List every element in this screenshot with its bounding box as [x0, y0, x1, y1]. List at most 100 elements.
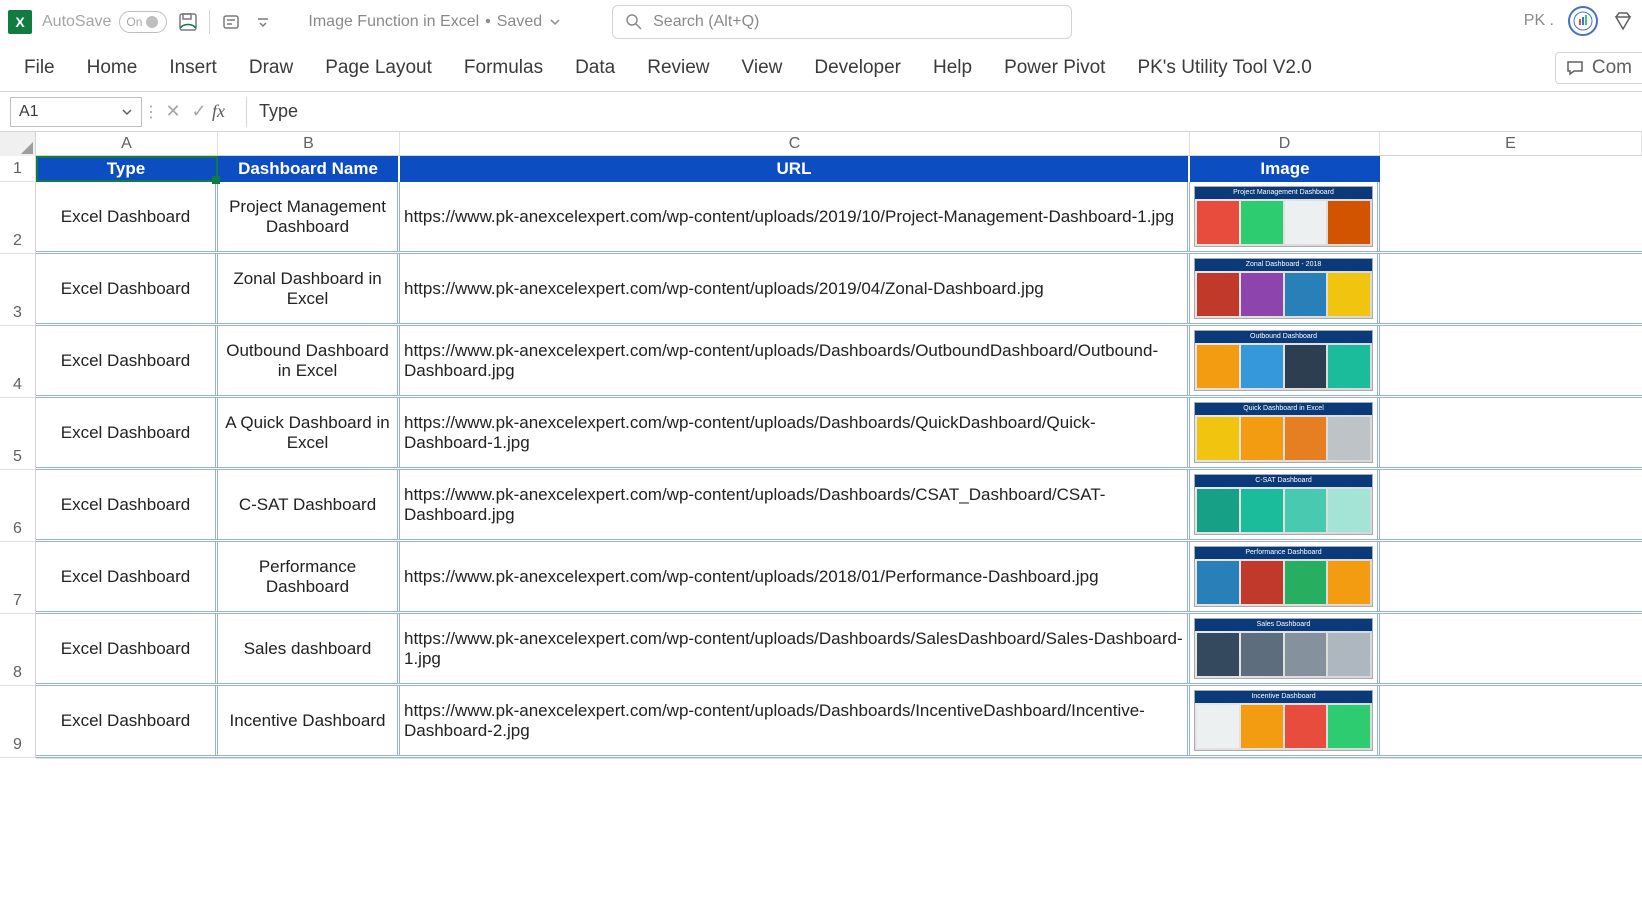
- search-input[interactable]: Search (Alt+Q): [612, 5, 1072, 39]
- cell-type[interactable]: Excel Dashboard: [36, 686, 218, 755]
- col-header-d[interactable]: D: [1190, 132, 1380, 155]
- cell-url[interactable]: https://www.pk-anexcelexpert.com/wp-cont…: [400, 326, 1190, 395]
- table-row: Excel DashboardA Quick Dashboard in Exce…: [36, 398, 1642, 470]
- row-header-2[interactable]: 2: [0, 182, 36, 254]
- dashboard-thumbnail: Zonal Dashboard - 2018: [1194, 258, 1373, 319]
- tab-review[interactable]: Review: [647, 57, 709, 79]
- ribbon-tabs: File Home Insert Draw Page Layout Formul…: [0, 44, 1642, 92]
- cell-image[interactable]: Incentive Dashboard: [1190, 686, 1380, 755]
- cell-dashboard-name[interactable]: Performance Dashboard: [218, 542, 400, 611]
- tab-file[interactable]: File: [24, 57, 55, 79]
- chevron-down-icon: [548, 15, 562, 29]
- cell-dashboard-name[interactable]: Sales dashboard: [218, 614, 400, 683]
- qat-icon-1[interactable]: [220, 11, 242, 33]
- dashboard-thumbnail: Sales Dashboard: [1194, 618, 1373, 679]
- tab-page-layout[interactable]: Page Layout: [325, 57, 432, 79]
- row-header-6[interactable]: 6: [0, 470, 36, 542]
- cell-dashboard-name[interactable]: Incentive Dashboard: [218, 686, 400, 755]
- cell-url[interactable]: https://www.pk-anexcelexpert.com/wp-cont…: [400, 542, 1190, 611]
- tab-draw[interactable]: Draw: [249, 57, 293, 79]
- cell-url[interactable]: https://www.pk-anexcelexpert.com/wp-cont…: [400, 614, 1190, 683]
- cell-dashboard-name[interactable]: A Quick Dashboard in Excel: [218, 398, 400, 467]
- cell-type[interactable]: Excel Dashboard: [36, 326, 218, 395]
- dashboard-thumbnail: Performance Dashboard: [1194, 546, 1373, 607]
- row-header-1[interactable]: 1: [0, 156, 36, 182]
- col-header-e[interactable]: E: [1380, 132, 1642, 155]
- cell-type[interactable]: Excel Dashboard: [36, 614, 218, 683]
- row-header-4[interactable]: 4: [0, 326, 36, 398]
- cell-type[interactable]: Excel Dashboard: [36, 470, 218, 539]
- cell-url[interactable]: https://www.pk-anexcelexpert.com/wp-cont…: [400, 254, 1190, 323]
- empty-rows[interactable]: [36, 758, 1642, 918]
- dashboard-thumbnail: Project Management Dashboard: [1194, 186, 1373, 247]
- cell-image[interactable]: C-SAT Dashboard: [1190, 470, 1380, 539]
- tab-pk-utility[interactable]: PK's Utility Tool V2.0: [1137, 57, 1311, 79]
- cell-dashboard-name[interactable]: Zonal Dashboard in Excel: [218, 254, 400, 323]
- search-placeholder: Search (Alt+Q): [653, 13, 759, 31]
- cell-dashboard-name[interactable]: Project Management Dashboard: [218, 182, 400, 251]
- fx-icon[interactable]: fx: [212, 101, 238, 122]
- select-all-button[interactable]: [0, 132, 36, 156]
- col-header-a[interactable]: A: [36, 132, 218, 155]
- row-header-8[interactable]: 8: [0, 614, 36, 686]
- row-header-5[interactable]: 5: [0, 398, 36, 470]
- tab-home[interactable]: Home: [87, 57, 138, 79]
- chevron-down-icon: [121, 106, 133, 118]
- document-title[interactable]: Image Function in Excel • Saved: [308, 13, 562, 31]
- cell-dashboard-name[interactable]: C-SAT Dashboard: [218, 470, 400, 539]
- tab-data[interactable]: Data: [575, 57, 615, 79]
- cell-dashboard-name[interactable]: Outbound Dashboard in Excel: [218, 326, 400, 395]
- doc-name: Image Function in Excel: [308, 13, 479, 31]
- table-row: Excel DashboardC-SAT Dashboardhttps://ww…: [36, 470, 1642, 542]
- row-header-9[interactable]: 9: [0, 686, 36, 758]
- table-row: Excel DashboardIncentive Dashboardhttps:…: [36, 686, 1642, 758]
- name-box[interactable]: A1: [10, 97, 142, 127]
- formula-input[interactable]: Type: [246, 97, 1642, 127]
- tab-help[interactable]: Help: [933, 57, 972, 79]
- bullet: •: [485, 13, 491, 31]
- row-header-3[interactable]: 3: [0, 254, 36, 326]
- separator: ⋮: [142, 102, 160, 122]
- dashboard-thumbnail: Outbound Dashboard: [1194, 330, 1373, 391]
- tab-view[interactable]: View: [742, 57, 783, 79]
- row-header-7[interactable]: 7: [0, 542, 36, 614]
- enter-formula-icon[interactable]: ✓: [186, 101, 212, 122]
- cell-image[interactable]: Outbound Dashboard: [1190, 326, 1380, 395]
- tab-formulas[interactable]: Formulas: [464, 57, 543, 79]
- saved-status: Saved: [497, 13, 542, 31]
- header-image[interactable]: Image: [1190, 156, 1380, 182]
- cell-image[interactable]: Zonal Dashboard - 2018: [1190, 254, 1380, 323]
- cell-image[interactable]: Sales Dashboard: [1190, 614, 1380, 683]
- header-type[interactable]: Type: [36, 156, 218, 182]
- autosave-state: On: [126, 15, 142, 29]
- tab-insert[interactable]: Insert: [169, 57, 217, 79]
- comments-button[interactable]: Com: [1555, 52, 1642, 84]
- cell-image[interactable]: Project Management Dashboard: [1190, 182, 1380, 251]
- tab-power-pivot[interactable]: Power Pivot: [1004, 57, 1105, 79]
- cell-url[interactable]: https://www.pk-anexcelexpert.com/wp-cont…: [400, 398, 1190, 467]
- cell-type[interactable]: Excel Dashboard: [36, 398, 218, 467]
- cell-url[interactable]: https://www.pk-anexcelexpert.com/wp-cont…: [400, 470, 1190, 539]
- title-right: PK .: [1524, 6, 1634, 36]
- customize-qat-icon[interactable]: [252, 11, 274, 33]
- col-header-b[interactable]: B: [218, 132, 400, 155]
- cell-image[interactable]: Quick Dashboard in Excel: [1190, 398, 1380, 467]
- cell-type[interactable]: Excel Dashboard: [36, 542, 218, 611]
- cell-url[interactable]: https://www.pk-anexcelexpert.com/wp-cont…: [400, 686, 1190, 755]
- diamond-icon[interactable]: [1612, 10, 1634, 32]
- cell-image[interactable]: Performance Dashboard: [1190, 542, 1380, 611]
- col-header-c[interactable]: C: [400, 132, 1190, 155]
- formula-bar: A1 ⋮ ✕ ✓ fx Type: [0, 92, 1642, 132]
- cell-type[interactable]: Excel Dashboard: [36, 254, 218, 323]
- table-row: Excel DashboardProject Management Dashbo…: [36, 182, 1642, 254]
- tab-developer[interactable]: Developer: [814, 57, 901, 79]
- cancel-formula-icon[interactable]: ✕: [160, 101, 186, 122]
- autosave-toggle[interactable]: On: [119, 11, 167, 33]
- cell-type[interactable]: Excel Dashboard: [36, 182, 218, 251]
- avatar[interactable]: [1568, 6, 1598, 36]
- cell-url[interactable]: https://www.pk-anexcelexpert.com/wp-cont…: [400, 182, 1190, 251]
- autosave-group: AutoSave On: [42, 11, 167, 33]
- header-url[interactable]: URL: [400, 156, 1190, 182]
- header-name[interactable]: Dashboard Name: [218, 156, 400, 182]
- save-icon[interactable]: [177, 11, 199, 33]
